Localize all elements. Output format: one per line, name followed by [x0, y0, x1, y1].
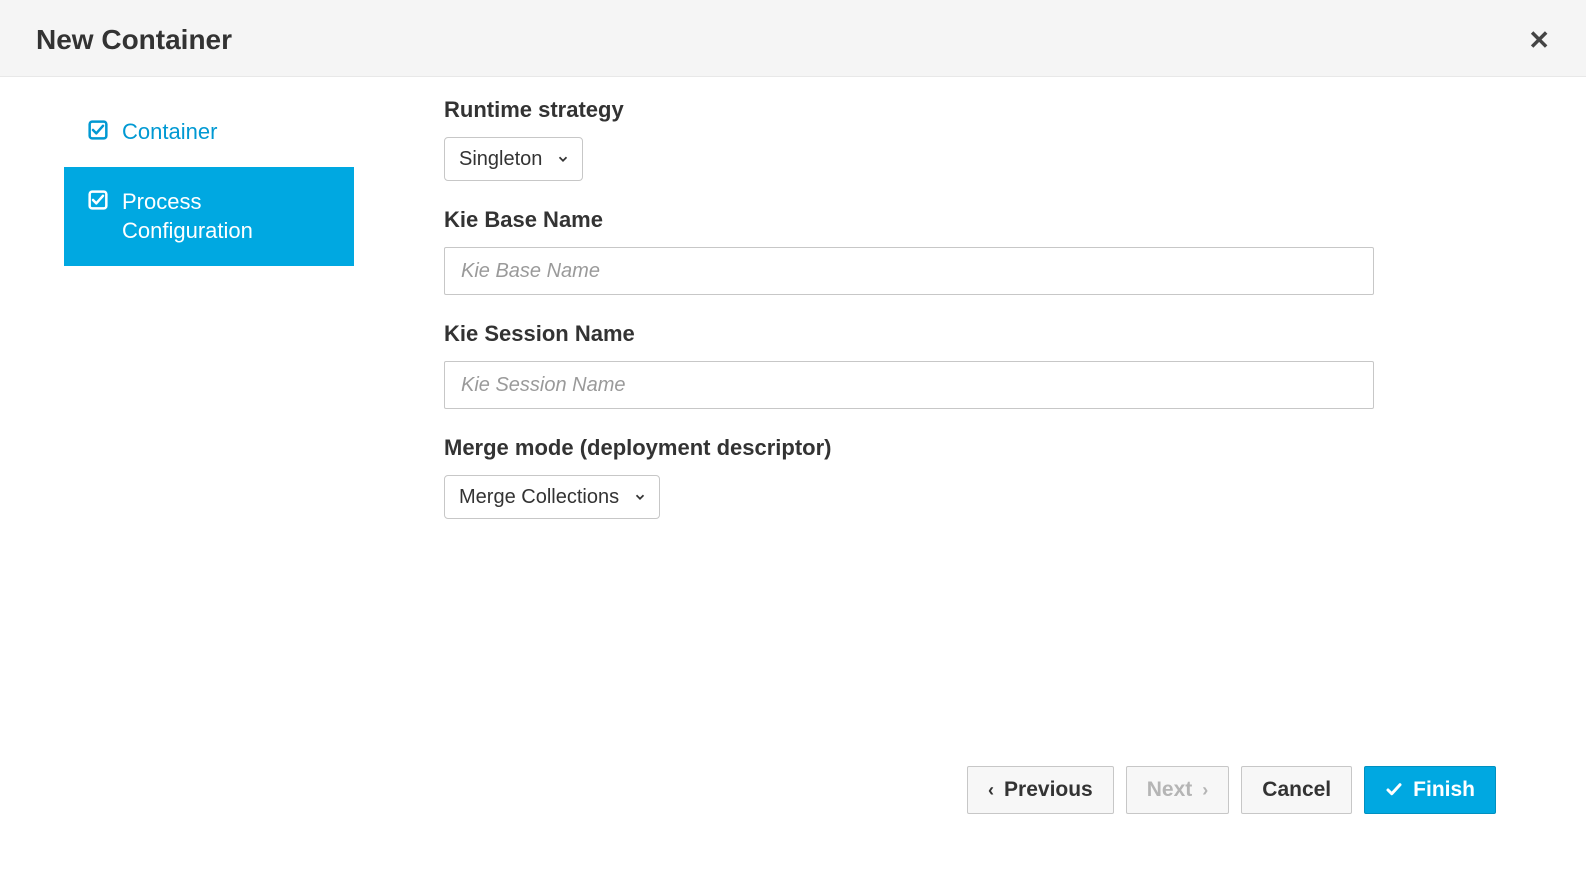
check-icon: [88, 120, 108, 140]
kie-base-name-label: Kie Base Name: [444, 207, 1374, 233]
chevron-down-icon: [633, 490, 647, 504]
form-panel: Runtime strategy Singleton Kie Base Name…: [444, 97, 1374, 545]
button-label: Cancel: [1262, 778, 1331, 802]
chevron-down-icon: [556, 152, 570, 166]
next-button[interactable]: Next ›: [1126, 766, 1230, 814]
chevron-right-icon: ›: [1202, 780, 1208, 801]
kie-session-name-label: Kie Session Name: [444, 321, 1374, 347]
wizard-steps: Container Process Configuration: [64, 97, 354, 545]
kie-base-name-input[interactable]: [444, 247, 1374, 295]
dialog-title: New Container: [36, 24, 232, 56]
cancel-button[interactable]: Cancel: [1241, 766, 1352, 814]
runtime-strategy-label: Runtime strategy: [444, 97, 1374, 123]
step-process-configuration[interactable]: Process Configuration: [64, 167, 354, 266]
wizard-footer: ‹ Previous Next › Cancel Finish: [967, 766, 1496, 814]
step-label: Process Configuration: [122, 187, 330, 246]
close-icon[interactable]: ✕: [1528, 27, 1550, 53]
select-value: Merge Collections: [459, 486, 619, 509]
dialog-header: New Container ✕: [0, 0, 1586, 77]
kie-base-name-group: Kie Base Name: [444, 207, 1374, 295]
check-icon: [1385, 781, 1403, 799]
dialog-body: Container Process Configuration Runtime …: [0, 77, 1586, 585]
previous-button[interactable]: ‹ Previous: [967, 766, 1114, 814]
chevron-left-icon: ‹: [988, 780, 994, 801]
kie-session-name-input[interactable]: [444, 361, 1374, 409]
merge-mode-group: Merge mode (deployment descriptor) Merge…: [444, 435, 1374, 519]
button-label: Finish: [1413, 778, 1475, 802]
merge-mode-select[interactable]: Merge Collections: [444, 475, 660, 519]
check-icon: [88, 190, 108, 210]
button-label: Previous: [1004, 778, 1093, 802]
merge-mode-label: Merge mode (deployment descriptor): [444, 435, 1374, 461]
step-label: Container: [122, 117, 217, 147]
runtime-strategy-select[interactable]: Singleton: [444, 137, 583, 181]
button-label: Next: [1147, 778, 1193, 802]
runtime-strategy-group: Runtime strategy Singleton: [444, 97, 1374, 181]
step-container[interactable]: Container: [64, 97, 354, 167]
kie-session-name-group: Kie Session Name: [444, 321, 1374, 409]
finish-button[interactable]: Finish: [1364, 766, 1496, 814]
select-value: Singleton: [459, 148, 542, 171]
